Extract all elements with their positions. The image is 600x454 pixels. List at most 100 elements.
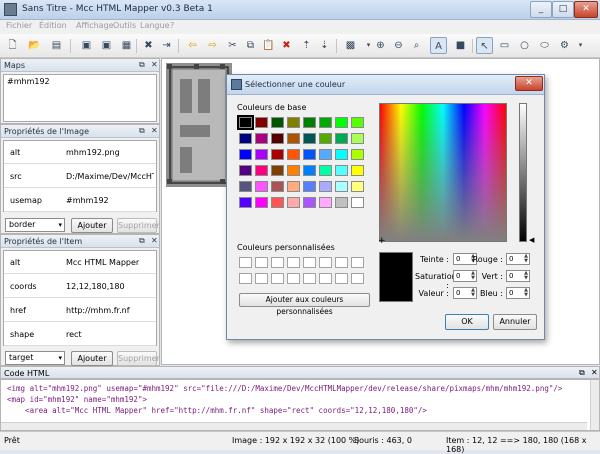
blue-spinbox[interactable]: 0 ▲ ▼ xyxy=(506,287,530,299)
send-back-icon[interactable]: ⇣ xyxy=(316,37,333,54)
select-tool-icon[interactable]: ↖ xyxy=(476,37,493,54)
custom-color-swatch[interactable] xyxy=(271,257,284,268)
color-swatch[interactable] xyxy=(335,197,348,208)
menu-help[interactable]: ? xyxy=(170,21,174,30)
color-swatch[interactable] xyxy=(255,165,268,176)
float-icon[interactable]: ⧉ xyxy=(139,126,145,136)
close-icon[interactable]: ✕ xyxy=(151,126,158,135)
tools-dropdown-icon[interactable]: ▾ xyxy=(572,37,589,54)
color-swatch[interactable] xyxy=(335,133,348,144)
menu-affichage[interactable]: Affichage xyxy=(76,21,114,30)
save-as-icon[interactable]: ▣ xyxy=(98,37,115,54)
color-swatch[interactable] xyxy=(287,165,300,176)
paste-icon[interactable]: 📋 xyxy=(260,37,277,54)
close-button[interactable]: ✕ xyxy=(574,1,598,18)
menu-fichier[interactable]: Fichier xyxy=(6,21,32,30)
table-row[interactable]: coords 12,12,180,180 xyxy=(4,275,156,298)
export-icon[interactable]: ▦ xyxy=(118,37,135,54)
zoom-in-icon[interactable]: ⊕ xyxy=(372,37,389,54)
add-attribute-button[interactable]: Ajouter xyxy=(71,351,113,366)
color-swatch[interactable] xyxy=(303,181,316,192)
zoom-actual-icon[interactable]: A xyxy=(430,37,447,54)
color-swatch[interactable] xyxy=(271,165,284,176)
color-swatch[interactable] xyxy=(319,197,332,208)
close-icon[interactable]: ✕ xyxy=(151,60,158,69)
color-swatch[interactable] xyxy=(351,165,364,176)
green-spinbox[interactable]: 0 ▲ ▼ xyxy=(506,270,530,282)
color-swatch[interactable] xyxy=(335,165,348,176)
custom-color-swatch[interactable] xyxy=(255,257,268,268)
color-swatch[interactable] xyxy=(255,197,268,208)
custom-color-swatch[interactable] xyxy=(287,273,300,284)
close-icon[interactable]: ✕ xyxy=(151,236,158,245)
prop-value[interactable]: http://mhm.fr.nf xyxy=(66,306,154,315)
minimize-button[interactable]: _ xyxy=(530,1,552,18)
color-swatch[interactable] xyxy=(303,117,316,128)
vertical-scrollbar[interactable] xyxy=(590,380,599,430)
color-swatch[interactable] xyxy=(271,197,284,208)
horizontal-scrollbar[interactable] xyxy=(1,422,587,430)
add-custom-color-button[interactable]: Ajouter aux couleurs personnalisées xyxy=(239,293,370,316)
custom-color-swatch[interactable] xyxy=(303,257,316,268)
maps-list[interactable]: #mhm192 xyxy=(3,74,157,122)
color-swatch[interactable] xyxy=(351,197,364,208)
add-attribute-button[interactable]: Ajouter xyxy=(71,218,113,233)
color-swatch[interactable] xyxy=(303,133,316,144)
color-swatch[interactable] xyxy=(287,117,300,128)
color-swatch[interactable] xyxy=(271,181,284,192)
table-row[interactable]: usemap #mhm192 xyxy=(4,189,156,212)
custom-color-swatch[interactable] xyxy=(239,257,252,268)
custom-color-swatch[interactable] xyxy=(303,273,316,284)
color-swatch[interactable] xyxy=(239,165,252,176)
custom-color-swatch[interactable] xyxy=(319,273,332,284)
menu-edition[interactable]: Édition xyxy=(39,21,67,30)
custom-color-swatch[interactable] xyxy=(351,257,364,268)
table-row[interactable]: alt Mcc HTML Mapper xyxy=(4,251,156,274)
float-icon[interactable]: ⧉ xyxy=(139,60,145,70)
custom-color-swatch[interactable] xyxy=(287,257,300,268)
custom-color-swatch[interactable] xyxy=(335,257,348,268)
float-icon[interactable]: ⧉ xyxy=(579,368,585,378)
color-swatch[interactable] xyxy=(271,117,284,128)
new-icon[interactable]: 🗋 xyxy=(4,37,21,54)
circle-tool-icon[interactable]: ○ xyxy=(516,37,533,54)
color-swatch[interactable] xyxy=(255,149,268,160)
color-swatch[interactable] xyxy=(319,149,332,160)
color-swatch[interactable] xyxy=(351,117,364,128)
zoom-fit-icon[interactable]: ⌕ xyxy=(408,37,425,54)
prop-value[interactable]: rect xyxy=(66,330,154,339)
delete-icon[interactable]: ✖ xyxy=(278,37,295,54)
color-swatch[interactable] xyxy=(271,149,284,160)
color-swatch[interactable] xyxy=(319,165,332,176)
menu-outils[interactable]: Outils xyxy=(113,21,136,30)
attribute-select[interactable]: border ▾ xyxy=(5,218,65,232)
color-swatch[interactable] xyxy=(351,149,364,160)
color-swatch[interactable] xyxy=(255,133,268,144)
custom-color-swatch[interactable] xyxy=(335,273,348,284)
color-swatch[interactable] xyxy=(237,115,254,130)
custom-color-swatch[interactable] xyxy=(271,273,284,284)
custom-color-swatch[interactable] xyxy=(255,273,268,284)
color-swatch[interactable] xyxy=(319,117,332,128)
custom-color-swatch[interactable] xyxy=(319,257,332,268)
custom-color-swatch[interactable] xyxy=(351,273,364,284)
prop-value[interactable]: #mhm192 xyxy=(66,196,154,205)
close-file-icon[interactable]: ✖ xyxy=(140,37,157,54)
color-swatch[interactable] xyxy=(255,181,268,192)
prop-value[interactable]: 12,12,180,180 xyxy=(66,282,154,291)
cancel-button[interactable]: Annuler xyxy=(493,314,537,330)
save-icon[interactable]: ▣ xyxy=(78,37,95,54)
float-icon[interactable]: ⧉ xyxy=(139,236,145,246)
color-swatch[interactable] xyxy=(239,133,252,144)
prop-value[interactable]: mhm192.png xyxy=(66,148,154,157)
attribute-select[interactable]: target ▾ xyxy=(5,351,65,365)
color-icon[interactable]: ■ xyxy=(452,37,469,54)
color-swatch[interactable] xyxy=(271,133,284,144)
table-row[interactable]: alt mhm192.png xyxy=(4,141,156,164)
color-swatch[interactable] xyxy=(335,181,348,192)
table-row[interactable]: href http://mhm.fr.nf xyxy=(4,299,156,322)
color-swatch[interactable] xyxy=(319,181,332,192)
prop-value[interactable]: Mcc HTML Mapper xyxy=(66,258,154,267)
color-swatch[interactable] xyxy=(239,149,252,160)
remove-attribute-button[interactable]: Supprimer xyxy=(117,351,160,366)
